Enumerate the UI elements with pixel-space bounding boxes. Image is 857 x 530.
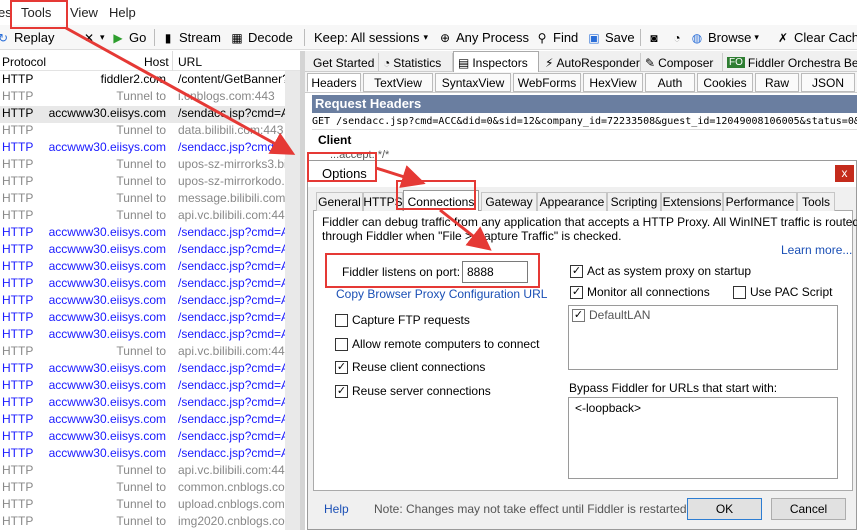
arrow-options-to-connections: [375, 165, 426, 188]
arrow-connections-to-port: [439, 208, 492, 251]
annotation-arrows: [65, 26, 492, 251]
arrow-tools-to-options: [65, 26, 296, 155]
